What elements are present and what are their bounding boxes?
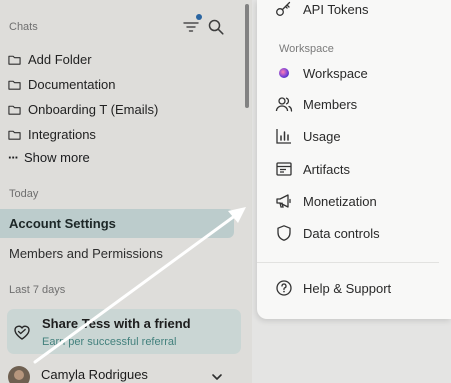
menu-item-artifacts[interactable]: Artifacts — [275, 159, 350, 179]
artifacts-icon — [275, 160, 293, 178]
more-dots-icon: ··· — [8, 150, 19, 165]
share-card-title: Share Tess with a friend — [42, 316, 191, 331]
avatar — [8, 366, 30, 383]
menu-item-label: Help & Support — [303, 280, 392, 296]
show-more-label: Show more — [24, 150, 90, 165]
folder-icon — [8, 130, 21, 140]
share-card-subtitle: Earn per successful referral — [42, 336, 177, 348]
usage-chart-icon — [275, 127, 293, 145]
megaphone-icon — [275, 192, 293, 210]
settings-dropdown-menu: API Tokens Workspace Workspace Members U… — [257, 0, 451, 319]
search-icon[interactable] — [207, 18, 225, 36]
menu-item-help-support[interactable]: Help & Support — [275, 278, 391, 298]
menu-item-data-controls[interactable]: Data controls — [275, 223, 380, 243]
menu-item-api-tokens[interactable]: API Tokens — [275, 0, 369, 19]
menu-item-label: Monetization — [303, 193, 377, 209]
chat-item-label: Account Settings — [9, 216, 116, 231]
folder-label: Add Folder — [28, 51, 92, 67]
show-more-button[interactable]: ··· Show more — [8, 150, 90, 165]
menu-item-monetization[interactable]: Monetization — [275, 191, 377, 211]
menu-item-label: API Tokens — [303, 1, 369, 17]
folder-item[interactable]: Add Folder — [8, 49, 92, 69]
filter-icon[interactable] — [183, 19, 199, 35]
folder-label: Onboarding T (Emails) — [28, 101, 159, 117]
folder-item[interactable]: Documentation — [8, 74, 115, 94]
folder-item[interactable]: Onboarding T (Emails) — [8, 99, 158, 119]
section-last-7-days: Last 7 days — [9, 284, 66, 296]
menu-item-label: Artifacts — [303, 161, 350, 177]
menu-item-workspace[interactable]: Workspace — [275, 63, 368, 83]
workspace-logo-icon — [275, 64, 293, 82]
menu-item-label: Data controls — [303, 225, 380, 241]
filter-badge-dot — [196, 14, 202, 20]
menu-item-label: Members — [303, 96, 358, 112]
menu-item-members[interactable]: Members — [275, 94, 357, 114]
folder-label: Integrations — [28, 126, 96, 142]
user-profile-row[interactable]: Camyla Rodrigues — [8, 364, 238, 383]
chats-header: Chats — [9, 21, 38, 33]
share-referral-card[interactable]: Share Tess with a friend Earn per succes… — [7, 309, 241, 354]
folder-label: Documentation — [28, 76, 116, 92]
sidebar-scrollbar[interactable] — [245, 4, 249, 108]
heart-handshake-icon — [14, 325, 30, 340]
chat-item-active[interactable]: Account Settings — [0, 209, 234, 238]
header-icons — [183, 14, 227, 37]
sidebar: Chats Add Folder Documentation Onboardin… — [0, 0, 252, 383]
help-circle-icon — [275, 279, 293, 297]
folder-icon — [8, 80, 21, 90]
menu-divider — [257, 262, 439, 263]
key-icon — [275, 0, 293, 18]
folder-item[interactable]: Integrations — [8, 124, 96, 144]
section-today: Today — [9, 188, 39, 200]
section-workspace: Workspace — [279, 43, 334, 55]
user-name: Camyla Rodrigues — [41, 367, 148, 382]
menu-item-label: Usage — [303, 128, 341, 144]
chevron-down-icon[interactable] — [211, 371, 223, 383]
menu-item-usage[interactable]: Usage — [275, 126, 341, 146]
shield-icon — [275, 224, 293, 242]
folder-icon — [8, 105, 21, 115]
members-icon — [275, 95, 293, 113]
folder-icon — [8, 55, 21, 65]
menu-item-label: Workspace — [303, 65, 368, 81]
chat-item[interactable]: Members and Permissions — [9, 246, 163, 261]
